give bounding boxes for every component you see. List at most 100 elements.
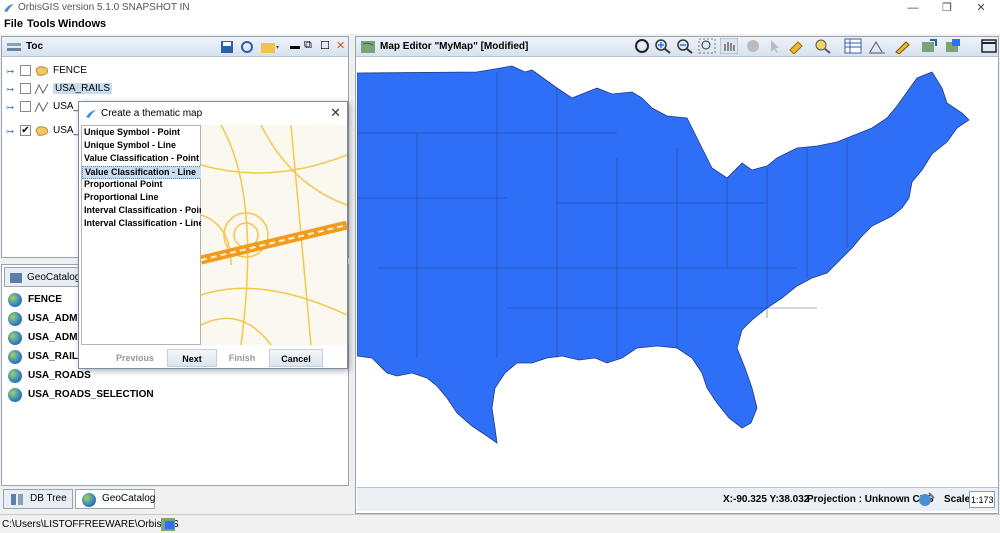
folder-icon[interactable] [260,40,280,54]
layer-tool-icon[interactable] [944,38,962,54]
line-layer-icon [34,101,49,113]
zoom-in-icon[interactable] [654,38,672,54]
dialog-title: Create a thematic map [101,108,203,119]
line-layer-icon [34,83,49,95]
zoom-out-icon[interactable] [676,38,694,54]
expand-icon[interactable]: ⊶ [6,103,14,112]
select-tool-icon[interactable] [788,38,806,54]
menubar: File Tools Windows [0,16,1000,34]
layer-visibility-checkbox-checked[interactable]: ✔ [20,125,31,136]
menu-file[interactable]: File [4,18,23,30]
thematic-option[interactable]: Value Classification - Point [82,153,202,166]
layer-label: USA_RAILS [53,83,113,94]
minimize-panel-icon[interactable]: ▬ [290,41,300,52]
scale-input[interactable]: 1:173 [969,491,995,508]
thematic-option-selected[interactable]: Value Classification - Line [82,166,202,179]
float-panel-icon[interactable]: ⧉ [304,39,312,52]
toc-icon [7,43,21,51]
selection-zoom-icon[interactable] [814,38,832,54]
cancel-button[interactable]: Cancel [269,349,323,367]
catalog-item-label: USA_ADM1 [28,313,84,324]
toc-header: Toc ▬ ⧉ ☐ ✕ [2,37,348,57]
window-title: OrbisGIS version 5.1.0 SNAPSHOT IN [18,2,190,13]
workspace-icon[interactable] [160,517,176,532]
thematic-option[interactable]: Interval Classification - Point [82,205,208,218]
globe-icon [8,369,22,383]
db-tree-tab-label: DB Tree [30,493,67,504]
orbisgis-logo-icon [86,110,96,118]
cursor-coordinates: X:-90.325 Y:38.032 [723,494,810,505]
menu-windows[interactable]: Windows [58,18,106,30]
polygon-layer-icon [35,66,48,76]
expand-icon[interactable]: ⊶ [6,67,14,76]
map-status-bar: X:-90.325 Y:38.032 Projection : Unknown … [357,487,998,511]
usa-map-shape [357,65,970,444]
polygon-layer-icon [35,126,48,136]
catalog-item-label: USA_ROADS_SELECTION [28,389,154,400]
globe-icon [8,350,22,364]
finish-button[interactable]: Finish [219,349,265,367]
orbisgis-logo-icon [4,4,14,12]
workspace-path-bar: C:\Users\LISTOFFREEWARE\OrbisGIS [0,514,1000,533]
refresh-map-icon[interactable] [633,38,651,54]
toc-title: Toc [26,41,44,52]
draw-tool-icon[interactable] [894,38,912,54]
map-canvas[interactable] [357,58,998,486]
maximize-panel-icon[interactable]: ☐ [320,39,330,52]
window-titlebar: OrbisGIS version 5.1.0 SNAPSHOT IN — ❐ ✕ [0,0,1000,16]
menu-tools[interactable]: Tools [27,18,56,30]
catalog-item-label: USA_ROADS [28,370,91,381]
layer-visibility-checkbox[interactable] [20,83,31,94]
expand-icon[interactable]: ⊶ [6,85,14,94]
thematic-preview-image [201,125,347,345]
projection-settings-icon[interactable] [917,491,935,508]
close-window-button[interactable]: ✕ [966,0,996,16]
close-panel-icon[interactable]: ✕ [336,39,345,52]
thematic-type-list[interactable]: Unique Symbol - Point Unique Symbol - Li… [81,125,208,345]
geocatalog-icon [10,273,22,283]
restore-button[interactable]: ❐ [932,0,962,16]
db-tree-icon [11,494,23,505]
catalog-item-label: FENCE [28,294,62,305]
map-icon [361,41,375,53]
pan-hand-icon[interactable] [720,38,738,54]
previous-button[interactable]: Previous [109,349,161,367]
expand-icon[interactable]: ⊶ [6,127,14,136]
table-icon[interactable] [844,38,862,54]
db-tree-tab[interactable]: DB Tree [3,489,73,509]
thematic-option[interactable]: Unique Symbol - Line [82,140,202,153]
dialog-close-icon[interactable]: ✕ [330,105,341,121]
maximize-map-icon[interactable] [980,38,998,54]
thematic-option[interactable]: Unique Symbol - Point [82,127,202,140]
layer-label: FENCE [53,65,87,76]
geocatalog-bottom-tab[interactable]: GeoCatalog [75,489,155,509]
globe-icon [8,331,22,345]
measure-icon[interactable] [868,38,886,54]
save-icon[interactable] [220,40,234,54]
catalog-item-label: USA_RAILS [28,351,85,362]
thematic-map-dialog: Create a thematic map ✕ Unique Symbol - … [78,101,348,369]
refresh-icon[interactable] [240,40,254,54]
geocatalog-title: GeoCatalog [27,272,81,283]
catalog-item-label: USA_ADM2 [28,332,84,343]
next-button[interactable]: Next [167,349,217,367]
thematic-option[interactable]: Proportional Line [82,192,202,205]
projection-label: Projection : Unknown CRS [807,494,934,505]
workspace-path: C:\Users\LISTOFFREEWARE\OrbisGIS [2,519,179,530]
minimize-button[interactable]: — [898,0,928,16]
layer-visibility-checkbox[interactable] [20,65,31,76]
globe-icon [8,312,22,326]
globe-icon [82,493,96,507]
thematic-option[interactable]: Interval Classification - Line [82,218,204,231]
globe-icon [8,293,22,307]
zoom-extent-icon[interactable] [698,38,716,54]
select-arrow-icon[interactable] [766,38,784,54]
export-icon[interactable] [920,38,938,54]
info-tool-icon[interactable] [744,38,762,54]
thematic-option[interactable]: Proportional Point [82,179,202,192]
geocatalog-tab[interactable]: GeoCatalog [4,267,80,287]
layer-visibility-checkbox[interactable] [20,101,31,112]
globe-icon [8,388,22,402]
geocatalog-bottom-tab-label: GeoCatalog [102,493,156,504]
map-editor-title: Map Editor "MyMap" [Modified] [380,41,529,52]
